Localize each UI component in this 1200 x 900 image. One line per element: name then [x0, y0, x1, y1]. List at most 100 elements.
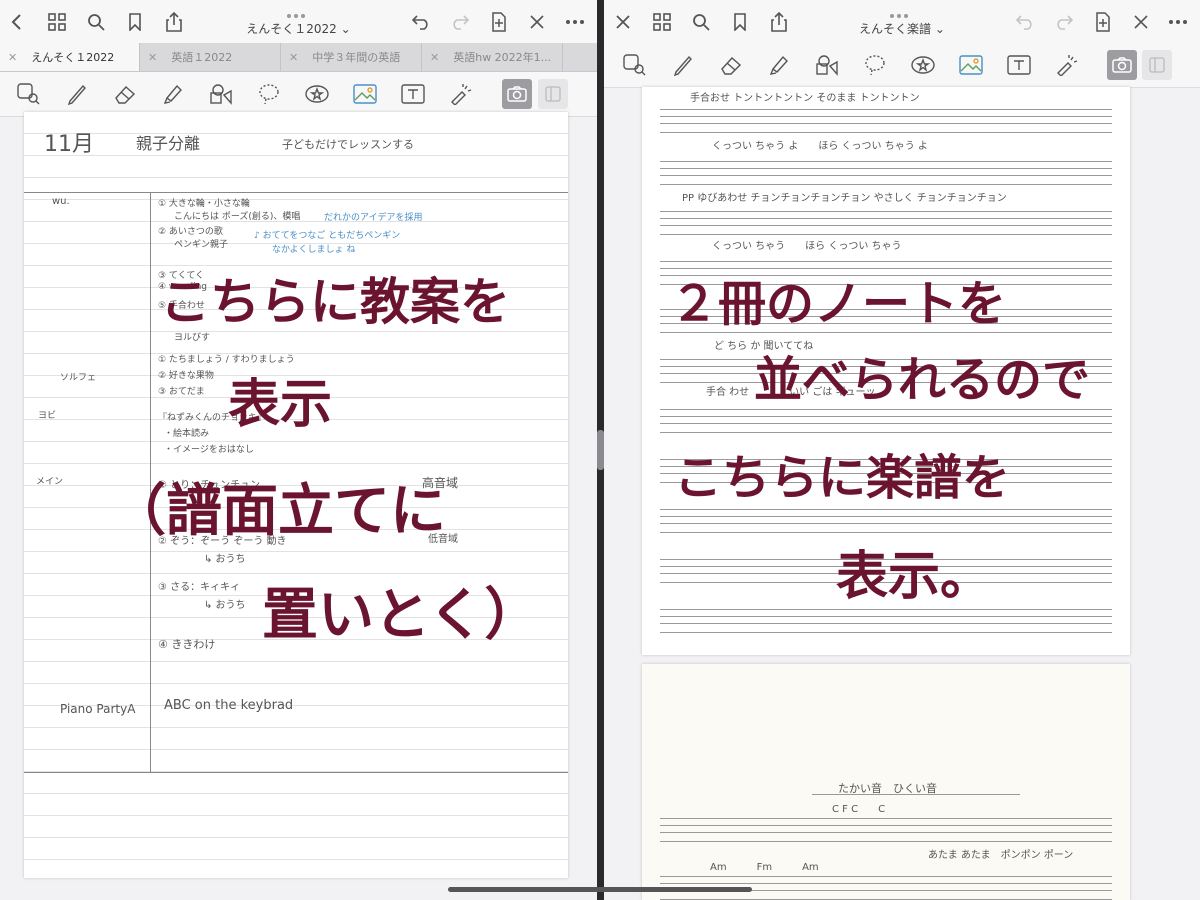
header-month: 11月: [44, 132, 94, 157]
wu-item-2: ② あいさつの歌: [158, 227, 223, 237]
score-lyric: くっつい ちゃう ほら くっつい ちゃう: [712, 241, 902, 252]
more-icon[interactable]: [562, 9, 588, 35]
tab-label: えんそく１2022: [31, 51, 115, 64]
music-staff: [660, 161, 1112, 185]
label-solfege: ソルフェ: [60, 373, 97, 383]
add-page-icon[interactable]: [1090, 9, 1116, 35]
sol-item-2: ② 好きな果物: [158, 371, 214, 381]
wu-item-1: ① 大きな輪・小さな輪: [158, 199, 250, 209]
footer-rule: [24, 772, 568, 773]
main-item-3: ③ さる：キィキィ: [158, 582, 241, 593]
sidebar-toggle-icon[interactable]: [538, 79, 568, 109]
header-topic: 親子分離: [136, 134, 201, 153]
eraser-icon[interactable]: [716, 50, 746, 80]
wu-blue-note-3: なかよくしましょ ね: [272, 245, 356, 255]
main-item-3b: ↳ おうち: [204, 600, 246, 611]
image-icon[interactable]: [350, 79, 380, 109]
tab-ensoku-2022[interactable]: ✕ えんそく１2022: [0, 43, 140, 71]
redo-icon[interactable]: [1051, 9, 1077, 35]
annotation-line-4: 表示。: [836, 547, 993, 607]
score-lyric: 手合おせ トントントントン そのまま トントントン: [690, 93, 920, 104]
yobi-item-3: ・イメージをおはなし: [164, 445, 254, 455]
tab-eigo-hw[interactable]: ✕ 英語hw 2022年1...: [422, 43, 563, 71]
score-chords: C F C C: [832, 804, 886, 815]
image-icon[interactable]: [956, 50, 986, 80]
tab-label: 英語１2022: [171, 51, 233, 64]
header-subtitle: 子どもだけでレッスンする: [282, 138, 414, 151]
text-tool-icon[interactable]: [398, 79, 428, 109]
right-top-bar: えんそく楽譜 ⌄: [604, 0, 1200, 43]
divider-grip[interactable]: [597, 430, 604, 470]
sticker-icon[interactable]: [302, 79, 332, 109]
piano-item-1: ABC on the keybrad: [164, 698, 294, 713]
text-tool-icon[interactable]: [1004, 50, 1034, 80]
pen-off-icon[interactable]: [524, 9, 550, 35]
label-piano-party: Piano PartyA: [60, 702, 136, 716]
wu-item-1b: こんにちは ポーズ(創る)、模唱: [174, 212, 301, 222]
sidebar-toggle-icon[interactable]: [1142, 50, 1172, 80]
score-page-2[interactable]: たかい音 ひくい音 C F C C あたま あたま ポンポン ポーン Am Fm…: [642, 664, 1130, 900]
score-lyric: PP ゆびあわせ チョンチョンチョンチョン やさしく チョンチョンチョン: [682, 193, 1007, 204]
music-staff: [660, 818, 1112, 842]
annotation-line-3: こちらに楽譜を: [674, 450, 1011, 506]
close-icon[interactable]: ✕: [430, 51, 439, 64]
undo-icon[interactable]: [1012, 9, 1038, 35]
right-tool-row: [604, 43, 1200, 88]
annotation-line-4: 置いとく）: [262, 583, 541, 648]
score-chords: Am Fm Am: [710, 862, 819, 873]
main-item-2b: ↳ おうち: [204, 554, 246, 565]
music-staff: [660, 211, 1112, 235]
close-icon[interactable]: ✕: [148, 51, 157, 64]
title-rule: [812, 794, 1020, 795]
laser-pointer-icon[interactable]: [446, 79, 476, 109]
label-main: メイン: [36, 477, 64, 487]
highlighter-icon[interactable]: [158, 79, 188, 109]
add-page-icon[interactable]: [486, 9, 512, 35]
shapes-icon[interactable]: [812, 50, 842, 80]
annotation-line-2: 表示: [228, 375, 333, 435]
camera-icon[interactable]: [502, 79, 532, 109]
score-lyric: あたま あたま ポンポン ポーン: [928, 850, 1074, 861]
wu-blue-note-2: ♪ おててをつなご ともだちペンギン: [254, 231, 401, 241]
tab-eigo-2022[interactable]: ✕ 英語１2022: [140, 43, 281, 71]
more-icon[interactable]: [1165, 9, 1191, 35]
pen-icon[interactable]: [62, 79, 92, 109]
label-wu: wu.: [52, 196, 70, 207]
wu-blue-note-1: だれかのアイデアを採用: [324, 213, 423, 223]
sticker-icon[interactable]: [908, 50, 938, 80]
highlighter-icon[interactable]: [764, 50, 794, 80]
lasso-icon[interactable]: [860, 50, 890, 80]
laser-pointer-icon[interactable]: [1052, 50, 1082, 80]
shapes-icon[interactable]: [206, 79, 236, 109]
redo-icon[interactable]: [447, 9, 473, 35]
lasso-zoom-icon[interactable]: [14, 79, 44, 109]
camera-icon[interactable]: [1107, 50, 1137, 80]
tab-label: 英語hw 2022年1...: [453, 51, 552, 64]
annotation-line-3: （譜面立てに: [110, 479, 446, 544]
music-staff: [660, 609, 1112, 633]
lasso-icon[interactable]: [254, 79, 284, 109]
wu-item-2b: ペンギン親子: [174, 240, 229, 250]
sol-item-3: ③ おてだま: [158, 387, 205, 397]
yobi-item-2: ・絵本読み: [164, 429, 210, 439]
eraser-icon[interactable]: [110, 79, 140, 109]
home-indicator[interactable]: [448, 887, 752, 892]
music-staff: [660, 409, 1112, 433]
tab-bar: ✕ えんそく１2022 ✕ 英語１2022 ✕ 中学３年間の英語 ✕ 英語hw …: [0, 43, 597, 72]
label-yobi: ヨビ: [38, 411, 57, 421]
undo-icon[interactable]: [408, 9, 434, 35]
lasso-zoom-icon[interactable]: [620, 50, 650, 80]
score-lyric: くっつい ちゃう よ ほら くっつい ちゃう よ: [712, 141, 928, 152]
multitask-dots[interactable]: [890, 3, 914, 18]
multitask-dots[interactable]: [286, 3, 311, 18]
pen-off-icon[interactable]: [1128, 9, 1154, 35]
pen-icon[interactable]: [668, 50, 698, 80]
split-view-divider[interactable]: [597, 0, 604, 900]
close-icon[interactable]: ✕: [8, 51, 17, 64]
close-icon[interactable]: ✕: [289, 51, 298, 64]
right-score-pane: えんそく楽譜 ⌄ 手合おせ トントントントン そのまま トントントン くっつい …: [604, 0, 1200, 900]
annotation-line-1: こちらに教案を: [160, 273, 510, 331]
header-rule: [24, 192, 568, 193]
tab-chugaku-eigo[interactable]: ✕ 中学３年間の英語: [281, 43, 422, 71]
annotation-line-1: ２冊のノートを: [670, 276, 1007, 332]
